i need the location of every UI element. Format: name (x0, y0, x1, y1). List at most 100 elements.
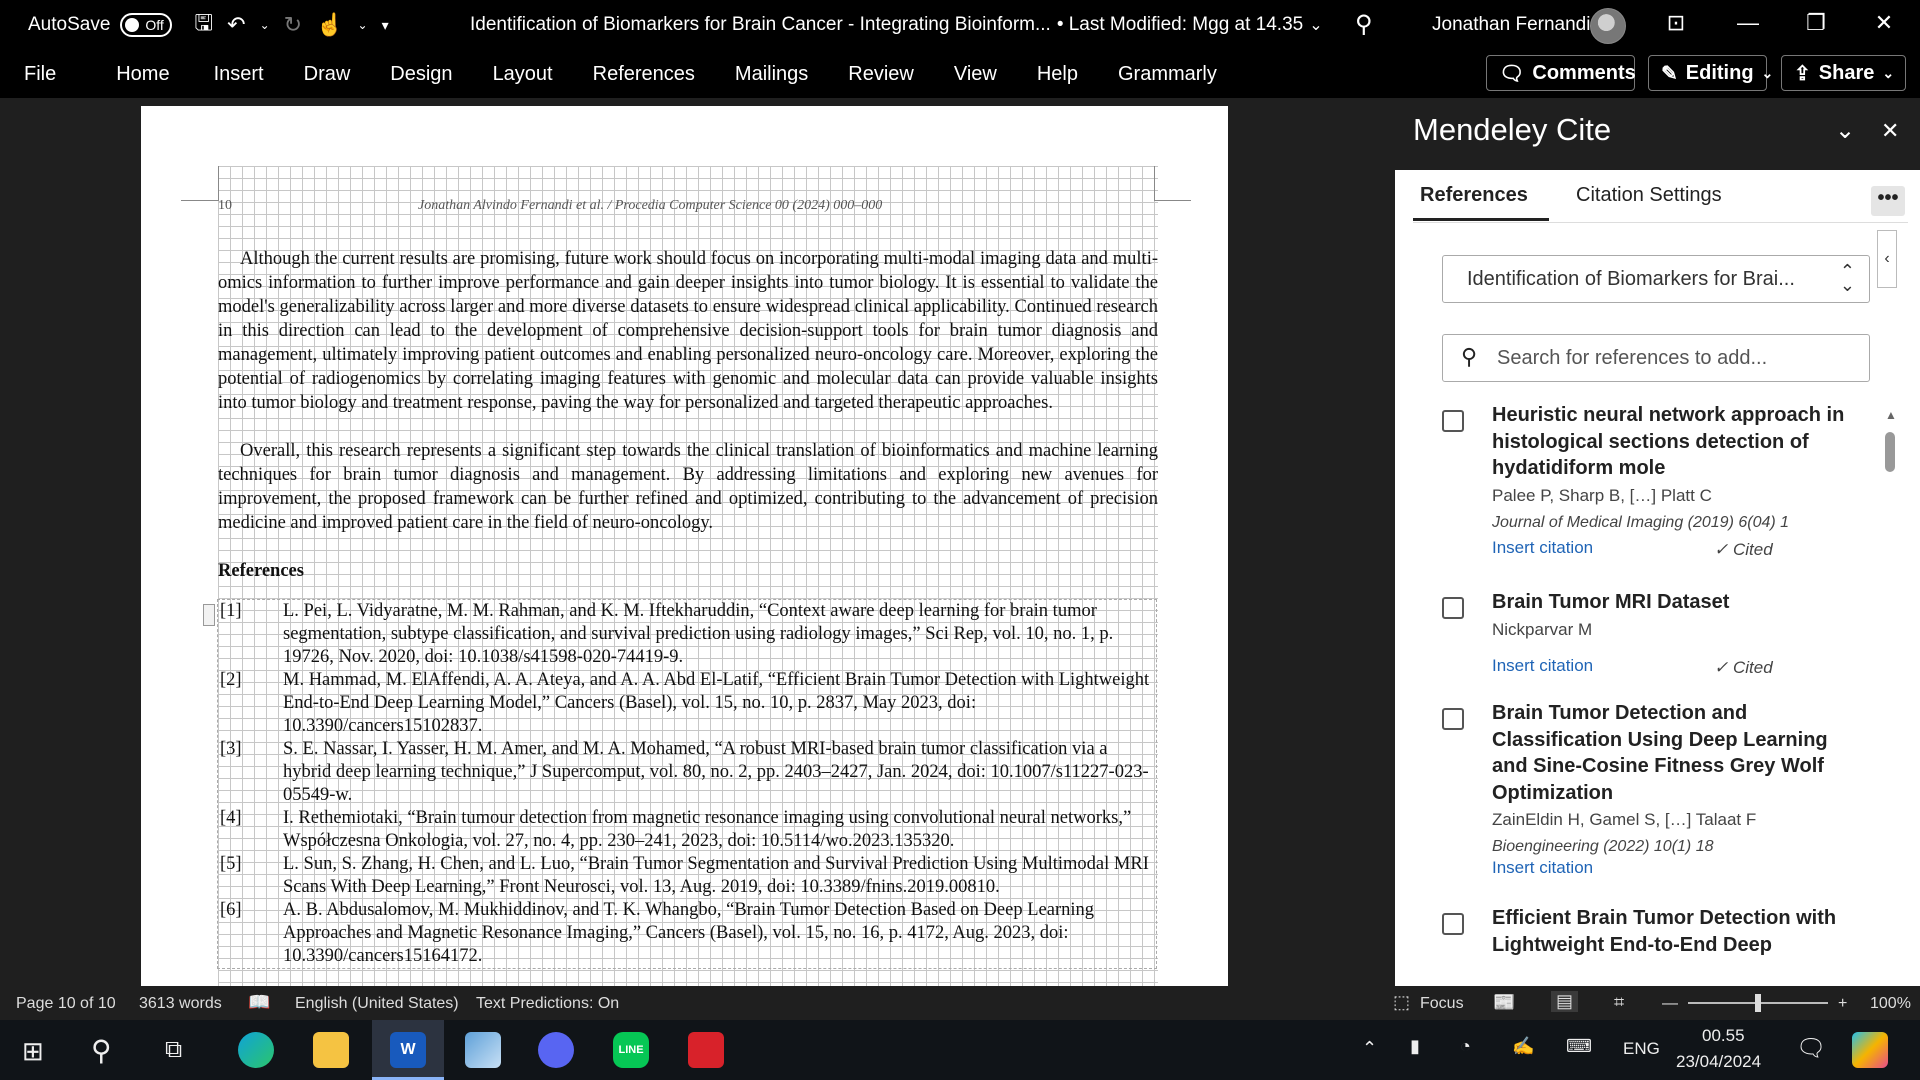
tab-view[interactable]: View (934, 50, 1017, 98)
mendeley-icon[interactable] (688, 1032, 724, 1068)
reference-entry[interactable]: [1] L. Pei, L. Vidyaratne, M. M. Rahman, … (218, 600, 1156, 669)
body-paragraph[interactable]: Overall, this research represents a sign… (218, 439, 1158, 535)
body-paragraph[interactable]: Although the current results are promisi… (218, 247, 1158, 415)
list-item[interactable]: Heuristic neural network approach in his… (1442, 402, 1862, 559)
wifi-icon[interactable]: ◔ (1460, 1036, 1471, 1057)
input-language[interactable]: ENG (1623, 1039, 1660, 1059)
list-item[interactable]: Efficient Brain Tumor Detection with Lig… (1442, 905, 1862, 958)
reference-entry[interactable]: [3] S. E. Nassar, I. Yasser, H. M. Amer, … (218, 738, 1156, 807)
windows-start-icon[interactable]: ⊞ (22, 1036, 44, 1067)
word-count[interactable]: 3613 words (139, 995, 222, 1013)
notes-app-icon[interactable] (465, 1032, 501, 1068)
word-taskbar-item[interactable]: W (372, 1020, 444, 1080)
comments-button[interactable]: 🗨 Comments (1486, 55, 1636, 91)
close-icon[interactable]: ✕ (1881, 118, 1899, 144)
more-options-button[interactable]: ••• (1871, 186, 1905, 216)
customize-toolbar-icon[interactable]: ▾ (382, 17, 389, 34)
drag-handle[interactable] (203, 604, 215, 626)
select-checkbox[interactable] (1442, 708, 1464, 730)
tab-references[interactable]: References (573, 50, 715, 98)
tab-help[interactable]: Help (1017, 50, 1098, 98)
copilot-icon[interactable] (1852, 1032, 1888, 1068)
focus-button[interactable]: Focus (1420, 995, 1464, 1013)
tab-references[interactable]: References (1420, 184, 1528, 207)
usb-icon[interactable]: ▮ (1410, 1036, 1420, 1057)
tab-mailings[interactable]: Mailings (715, 50, 828, 98)
chevron-up-icon[interactable]: ⌃ (1362, 1038, 1377, 1059)
language-indicator[interactable]: English (United States) (295, 995, 459, 1013)
autosave-toggle[interactable]: Off (120, 13, 173, 37)
tab-review[interactable]: Review (828, 50, 934, 98)
select-checkbox[interactable] (1442, 597, 1464, 619)
file-explorer-icon[interactable] (313, 1032, 349, 1068)
clock-time[interactable]: 00.55 (1702, 1026, 1745, 1046)
edge-icon[interactable] (238, 1032, 274, 1068)
select-checkbox[interactable] (1442, 410, 1464, 432)
document-page[interactable]: 10 Jonathan Alvindo Fernandi et al. / Pr… (141, 106, 1228, 986)
collection-select[interactable]: Identification of Biomarkers for Brai...… (1442, 255, 1870, 303)
user-name[interactable]: Jonathan Fernandi (1432, 14, 1590, 36)
list-item[interactable]: Brain Tumor MRI Dataset Nickparvar M Ins… (1442, 589, 1862, 677)
chevron-down-icon[interactable]: ⌄ (1835, 116, 1855, 145)
scroll-up-icon[interactable]: ▲ (1885, 408, 1897, 422)
tab-grammarly[interactable]: Grammarly (1098, 50, 1237, 98)
insert-citation-link[interactable]: Insert citation (1492, 858, 1593, 877)
web-layout-icon[interactable]: ⌗ (1614, 992, 1624, 1013)
text-predictions[interactable]: Text Predictions: On (476, 995, 619, 1013)
scrollbar[interactable]: ▲ ▼ (1882, 408, 1900, 1042)
chevron-down-icon[interactable]: ⌄ (358, 18, 368, 32)
bibliography-field[interactable]: [1] L. Pei, L. Vidyaratne, M. M. Rahman, … (217, 599, 1157, 969)
reference-entry[interactable]: [4] I. Rethemiotaki, “Brain tumour detect… (218, 807, 1156, 853)
tab-design[interactable]: Design (370, 50, 472, 98)
tab-citation-settings[interactable]: Citation Settings (1576, 184, 1722, 207)
tab-insert[interactable]: Insert (190, 50, 284, 98)
read-mode-icon[interactable]: 📰 (1493, 992, 1515, 1013)
minimize-icon[interactable]: — (1728, 10, 1768, 36)
zoom-slider-thumb[interactable] (1755, 994, 1761, 1012)
touch-mode-icon[interactable]: ☝ (316, 12, 343, 38)
zoom-level[interactable]: 100% (1870, 995, 1911, 1013)
reference-list[interactable]: Heuristic neural network approach in his… (1395, 398, 1900, 968)
scrollbar-thumb[interactable] (1885, 432, 1895, 472)
search-icon[interactable]: ⚲ (91, 1034, 112, 1067)
notifications-icon[interactable]: 🗨 (1796, 1034, 1826, 1063)
zoom-in-icon[interactable]: + (1838, 995, 1847, 1013)
undo-icon[interactable]: ↶ (227, 12, 245, 38)
insert-citation-link[interactable]: Insert citation (1492, 538, 1593, 557)
search-icon[interactable]: ⚲ (1355, 10, 1373, 39)
list-item[interactable]: Brain Tumor Detection and Classification… (1442, 700, 1862, 878)
save-icon[interactable]: 🖫 (194, 6, 213, 44)
zoom-out-icon[interactable]: — (1662, 995, 1678, 1013)
avatar[interactable] (1590, 8, 1626, 44)
line-icon[interactable]: LINE (613, 1032, 649, 1068)
proofing-icon[interactable]: 📖 (248, 992, 270, 1013)
tab-home[interactable]: Home (76, 50, 189, 98)
restore-icon[interactable]: ❐ (1796, 10, 1836, 36)
insert-citation-link[interactable]: Insert citation (1492, 656, 1593, 675)
redo-icon[interactable]: ↻ (284, 12, 302, 38)
collapse-pane-button[interactable]: ‹ (1877, 230, 1897, 288)
tab-layout[interactable]: Layout (473, 50, 573, 98)
chevron-down-icon[interactable]: ⌄ (260, 18, 270, 32)
page-indicator[interactable]: Page 10 of 10 (16, 995, 116, 1013)
close-icon[interactable]: ✕ (1864, 10, 1904, 36)
task-view-icon[interactable]: ⧉ (165, 1036, 182, 1064)
pen-icon[interactable]: ✍ (1512, 1036, 1534, 1057)
discord-icon[interactable] (538, 1032, 574, 1068)
document-title-area[interactable]: Identification of Biomarkers for Brain C… (470, 0, 1323, 50)
select-checkbox[interactable] (1442, 913, 1464, 935)
keyboard-icon[interactable]: ⌨ (1566, 1036, 1592, 1057)
tab-file[interactable]: File (0, 50, 76, 98)
reference-entry[interactable]: [2] M. Hammad, M. ElAffendi, A. A. Ateya,… (218, 669, 1156, 738)
search-input[interactable]: ⚲ Search for references to add... (1442, 334, 1870, 382)
share-button[interactable]: ⇪ Share ⌄ (1781, 55, 1906, 91)
clock-date[interactable]: 23/04/2024 (1676, 1052, 1761, 1072)
reference-entry[interactable]: [6] A. B. Abdusalomov, M. Mukhiddinov, an… (218, 899, 1156, 968)
print-layout-icon[interactable]: ▤ (1551, 991, 1579, 1012)
editing-button[interactable]: ✎ Editing ⌄ (1648, 55, 1773, 91)
ribbon-display-icon[interactable]: ⊡ (1656, 10, 1696, 36)
references-heading[interactable]: References (218, 561, 304, 582)
document-canvas[interactable]: 10 Jonathan Alvindo Fernandi et al. / Pr… (0, 98, 1393, 986)
tab-draw[interactable]: Draw (284, 50, 371, 98)
reference-entry[interactable]: [5] L. Sun, S. Zhang, H. Chen, and L. Luo… (218, 853, 1156, 899)
